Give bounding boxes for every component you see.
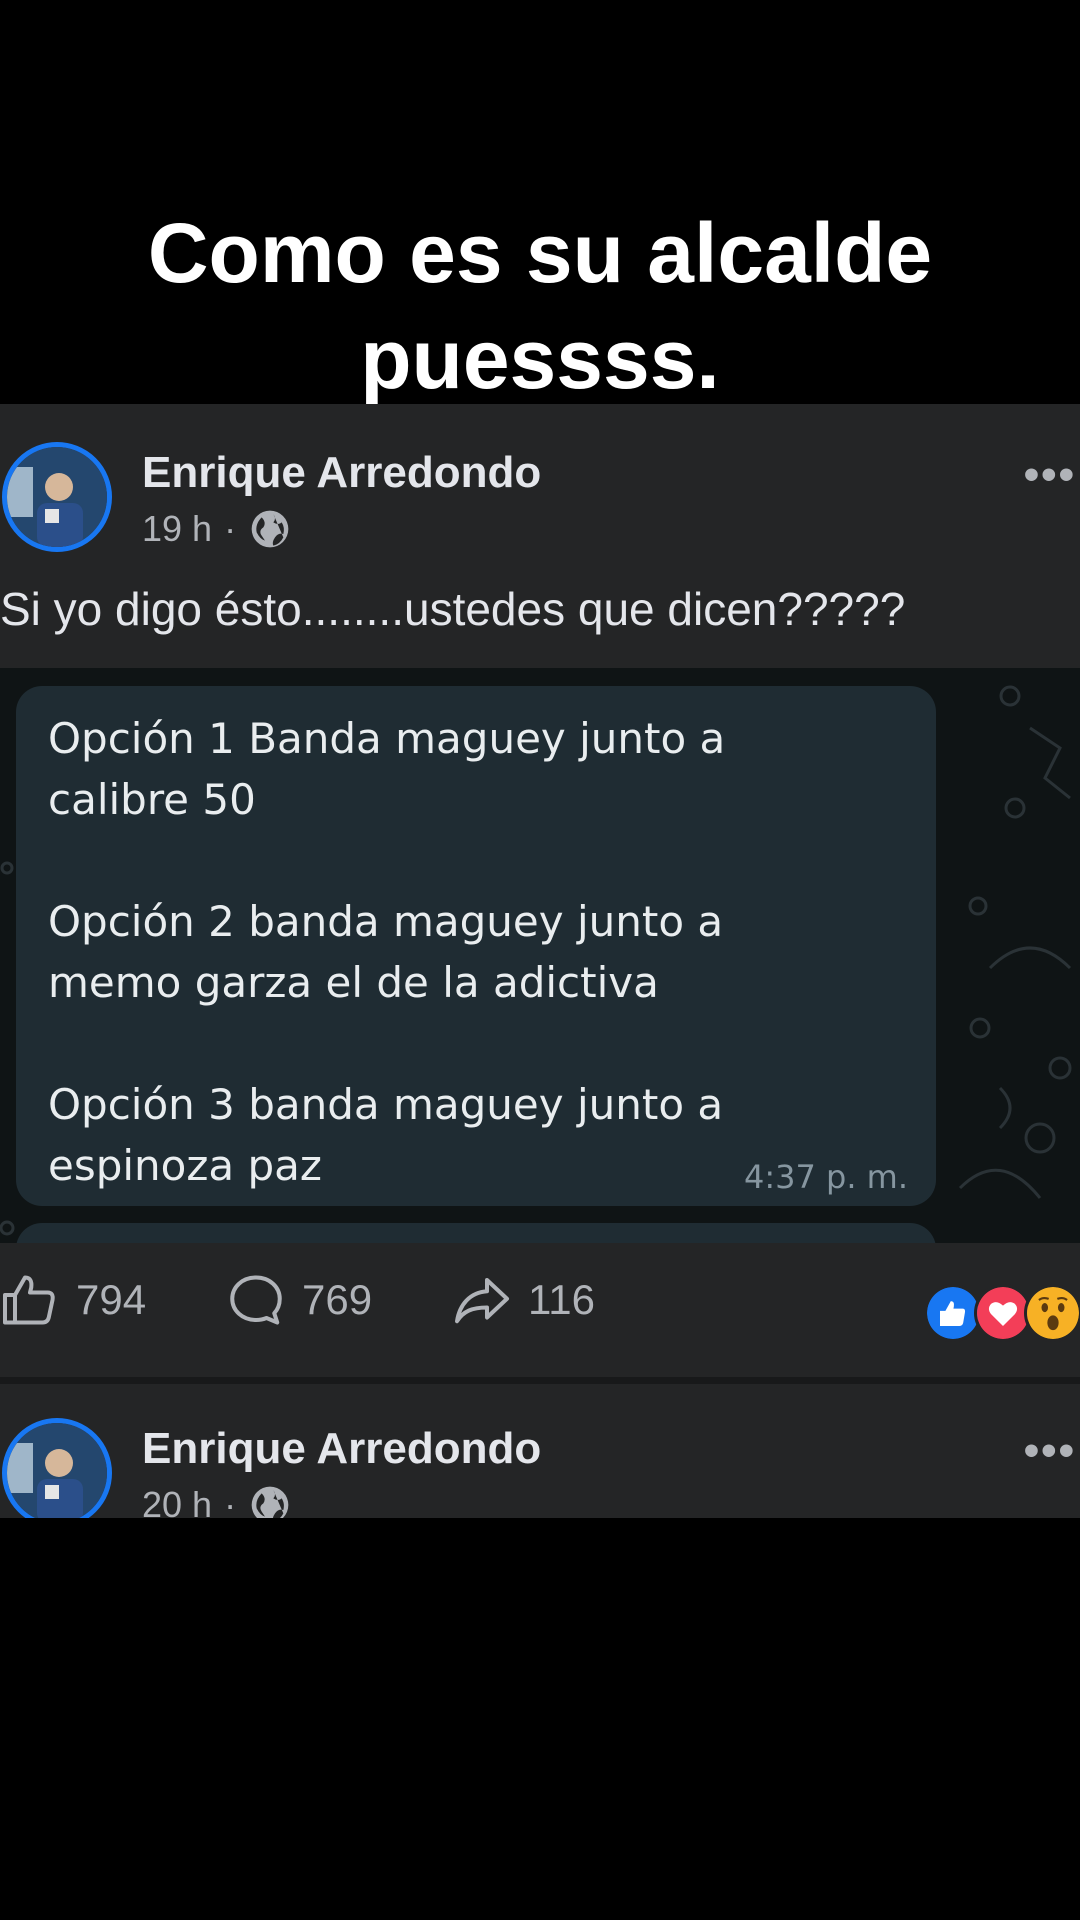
option-2-line-2: memo garza el de la adictiva (48, 958, 659, 1007)
option-3-line-1: Opción 3 banda maguey junto a (48, 1080, 724, 1129)
post-image[interactable]: Opción 1 Banda maguey junto a calibre 50… (0, 668, 1080, 1243)
post-text: Si yo digo ésto........ustedes que dicen… (0, 583, 906, 635)
like-count: 794 (76, 1276, 147, 1323)
post-time[interactable]: 20 h (142, 1484, 212, 1518)
share-button[interactable]: 116 (452, 1270, 595, 1330)
chat-message-bubble-partial (16, 1223, 936, 1243)
more-options-icon[interactable]: ••• (1024, 450, 1076, 500)
caption-line-2: puessss. (360, 312, 720, 406)
comment-count: 769 (302, 1276, 373, 1323)
post-actions: 794 769 116 (0, 1270, 1080, 1350)
facebook-post: Enrique Arredondo 19 h · ••• Si yo digo … (0, 404, 1080, 1377)
avatar-photo (7, 1423, 107, 1518)
post-meta: 19 h · (142, 508, 290, 550)
chat-message-bubble: Opción 1 Banda maguey junto a calibre 50… (16, 686, 936, 1206)
more-options-icon[interactable]: ••• (1024, 1426, 1076, 1476)
share-icon (455, 1278, 509, 1324)
avatar-photo (7, 447, 107, 547)
post-divider (0, 1377, 1080, 1384)
thumbs-up-icon (3, 1275, 55, 1325)
author-avatar[interactable] (2, 1418, 112, 1518)
option-1-line-1: Opción 1 Banda maguey junto a (48, 714, 726, 763)
option-3-line-2: espinoza paz (48, 1141, 322, 1190)
video-caption: Como es su alcalde puessss. (0, 200, 1080, 412)
comment-button[interactable]: 769 (226, 1270, 372, 1330)
share-count: 116 (528, 1276, 595, 1323)
globe-icon (251, 1486, 289, 1518)
caption-line-1: Como es su alcalde (147, 206, 933, 300)
meta-separator: · (224, 1484, 237, 1518)
option-2: Opción 2 banda maguey junto a memo garza… (48, 891, 904, 1013)
option-2-line-1: Opción 2 banda maguey junto a (48, 897, 724, 946)
author-name[interactable]: Enrique Arredondo (142, 1424, 541, 1474)
like-button[interactable]: 794 (0, 1270, 146, 1330)
option-1-line-2: calibre 50 (48, 775, 256, 824)
comment-icon (230, 1275, 282, 1325)
facebook-post-next: Enrique Arredondo 20 h · ••• (0, 1384, 1080, 1518)
author-avatar[interactable] (2, 442, 112, 552)
post-time[interactable]: 19 h (142, 508, 212, 550)
reaction-summary[interactable] (924, 1284, 1080, 1342)
post-meta: 20 h · (142, 1484, 290, 1518)
globe-icon (251, 510, 289, 548)
author-name[interactable]: Enrique Arredondo (142, 448, 541, 498)
message-time: 4:37 p. m. (743, 1158, 908, 1196)
meta-separator: · (224, 508, 237, 549)
wow-reaction-icon (1024, 1284, 1080, 1342)
option-1: Opción 1 Banda maguey junto a calibre 50 (48, 708, 904, 830)
